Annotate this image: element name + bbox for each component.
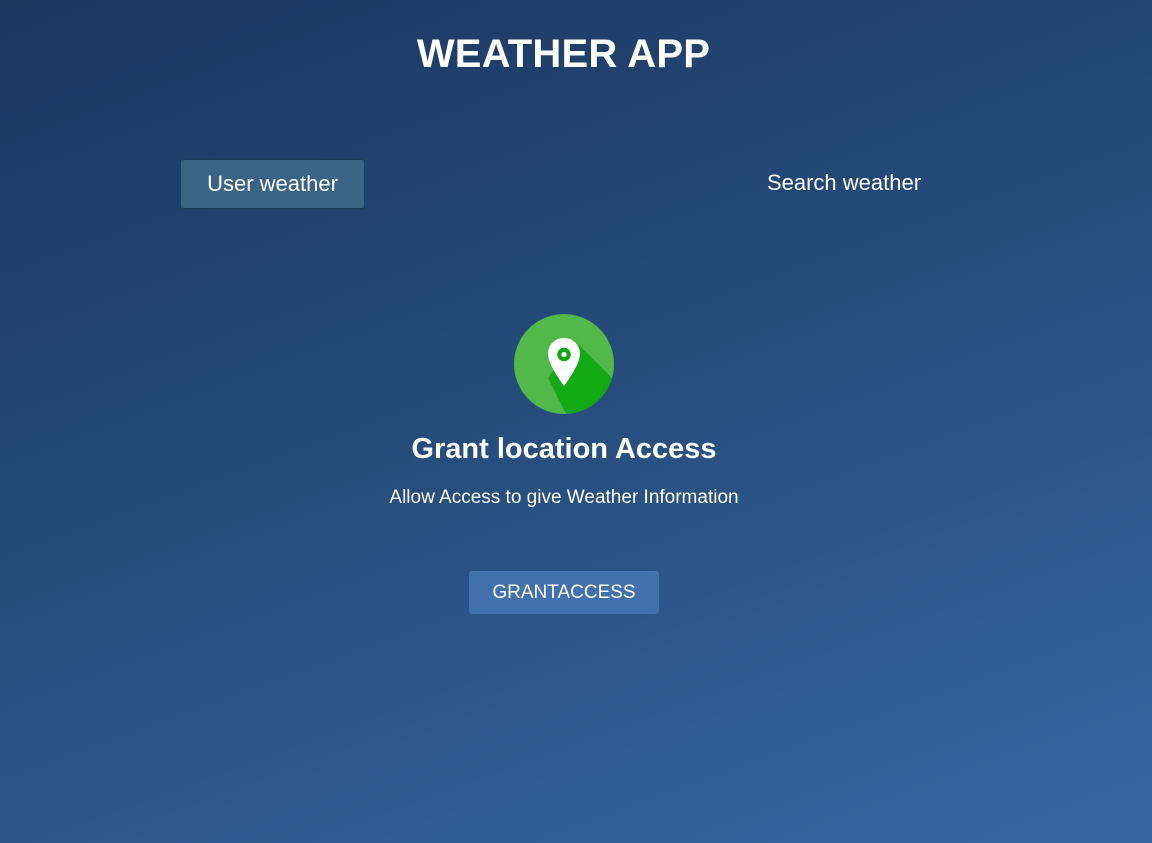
grant-access-button[interactable]: GRANTACCESS: [469, 571, 659, 614]
grant-access-description: Allow Access to give Weather Information: [389, 487, 739, 508]
tab-user-weather[interactable]: User weather: [180, 159, 365, 209]
location-pin-icon: [514, 314, 614, 414]
app-title: WEATHER APP: [416, 32, 711, 76]
grant-access-title: Grant location Access: [411, 433, 717, 465]
tab-search-weather[interactable]: Search weather: [700, 159, 988, 209]
